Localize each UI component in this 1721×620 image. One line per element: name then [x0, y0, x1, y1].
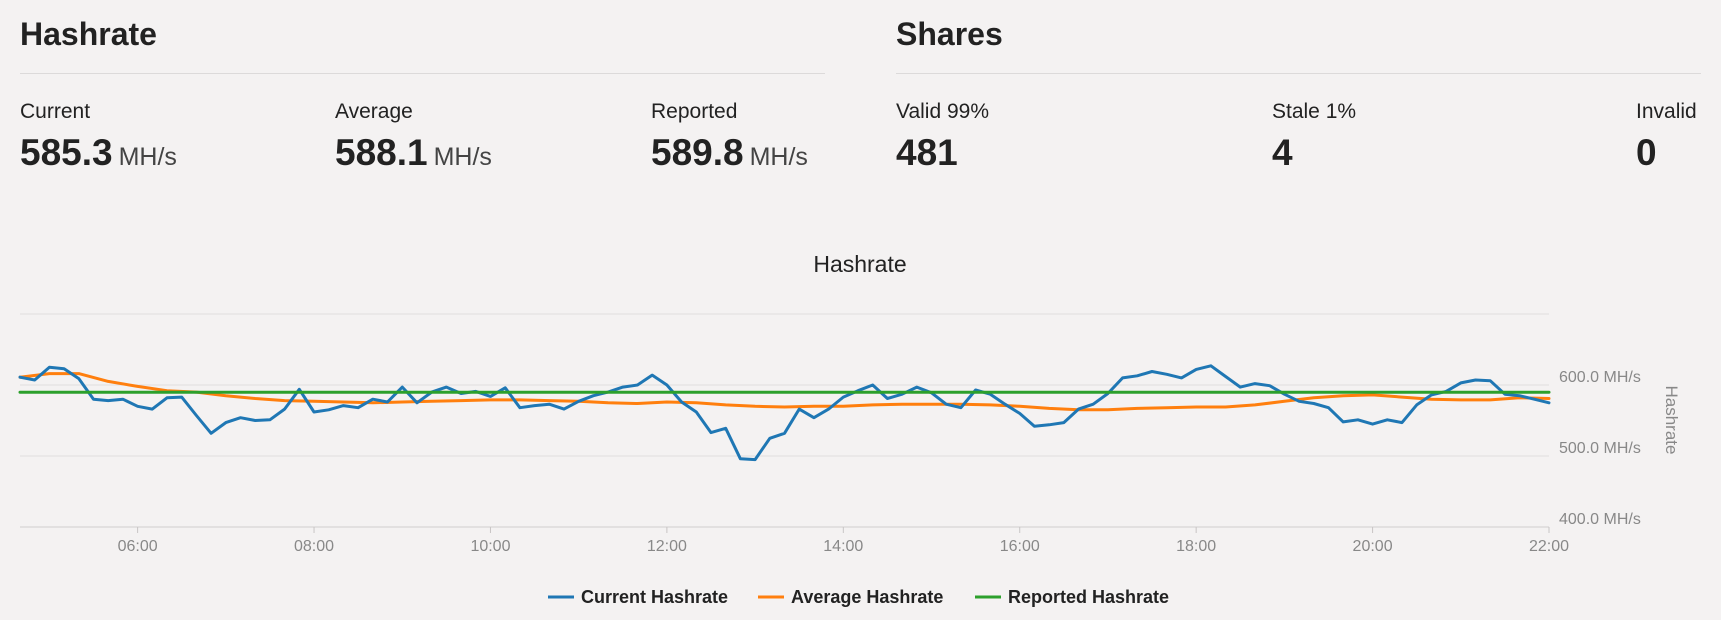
stat-stale-value: 4 [1272, 132, 1293, 173]
chart-title: Hashrate [813, 251, 906, 277]
stat-reported-label: Reported [651, 100, 738, 123]
stat-average-unit: MH/s [433, 143, 492, 171]
hashrate-chart-svg: Hashrate 06:00 08:00 10:00 12:00 14:00 16:00 1… [18, 251, 1681, 607]
x-tick-label: 08:00 [294, 538, 334, 555]
stat-valid-value: 481 [896, 132, 958, 173]
stat-current-value-row: 585.3 MH/s [20, 132, 177, 174]
legend-label: Reported Hashrate [1008, 587, 1169, 607]
hashrate-divider [20, 73, 825, 74]
x-tick-label: 10:00 [470, 538, 510, 555]
hashrate-panel: Hashrate Current 585.3 MH/s Average 588.1… [20, 0, 825, 190]
stat-invalid-label: Invalid [1636, 100, 1697, 123]
stat-stale-label: Stale 1% [1272, 100, 1357, 123]
stat-valid-label: Valid 99% [896, 100, 990, 123]
shares-panel: Shares Valid 99% 481 Stale 1% 4 Invalid … [896, 0, 1701, 190]
stat-average-label: Average [335, 100, 413, 123]
stat-stale-value-row: 4 [1272, 132, 1356, 174]
x-tick-label: 16:00 [1000, 538, 1040, 555]
hashrate-title: Hashrate [20, 16, 157, 52]
stat-reported-unit: MH/s [749, 143, 808, 171]
shares-title: Shares [896, 16, 1003, 52]
stat-invalid: Invalid 0 [1636, 100, 1697, 174]
y-tick-label: 600.0 MH/s [1559, 369, 1641, 386]
stat-reported-value-row: 589.8 MH/s [651, 132, 808, 174]
legend-label: Current Hashrate [581, 587, 728, 607]
stat-average: Average 588.1 MH/s [335, 100, 492, 174]
stat-invalid-value: 0 [1636, 132, 1657, 173]
y-axis: 400.0 MH/s 500.0 MH/s 600.0 MH/s [1559, 369, 1641, 528]
legend-item-average-hashrate[interactable]: Average Hashrate [758, 587, 943, 607]
stat-valid: Valid 99% 481 [896, 100, 989, 174]
chart-legend[interactable]: Current Hashrate Average Hashrate Reported… [548, 587, 1169, 607]
x-tick-label: 06:00 [118, 538, 158, 555]
x-tick-label: 20:00 [1353, 538, 1393, 555]
legend-item-current-hashrate[interactable]: Current Hashrate [548, 587, 728, 607]
stat-current-value: 585.3 [20, 132, 113, 173]
legend-item-reported-hashrate[interactable]: Reported Hashrate [975, 587, 1169, 607]
stat-current-unit: MH/s [118, 143, 177, 171]
y-axis-label: Hashrate [1662, 386, 1681, 455]
stat-current-label: Current [20, 100, 91, 123]
y-tick-label: 500.0 MH/s [1559, 440, 1641, 457]
y-tick-label: 400.0 MH/s [1559, 511, 1641, 528]
stat-average-value: 588.1 [335, 132, 428, 173]
series-line-current-hashrate [18, 364, 1551, 462]
x-axis: 06:00 08:00 10:00 12:00 14:00 16:00 18:00 20:00… [118, 527, 1569, 555]
x-tick-label: 18:00 [1176, 538, 1216, 555]
stat-invalid-value-row: 0 [1636, 132, 1697, 174]
series-layer [18, 364, 1551, 462]
legend-label: Average Hashrate [791, 587, 943, 607]
shares-divider [896, 73, 1701, 74]
stat-valid-value-row: 481 [896, 132, 989, 174]
x-tick-label: 12:00 [647, 538, 687, 555]
x-tick-label: 22:00 [1529, 538, 1569, 555]
stat-current: Current 585.3 MH/s [20, 100, 177, 174]
stat-average-value-row: 588.1 MH/s [335, 132, 492, 174]
stat-reported: Reported 589.8 MH/s [651, 100, 808, 174]
x-tick-label: 14:00 [823, 538, 863, 555]
stat-reported-value: 589.8 [651, 132, 744, 173]
hashrate-chart: Hashrate 06:00 08:00 10:00 12:00 14:00 16:00 1… [0, 230, 1721, 620]
stat-stale: Stale 1% 4 [1272, 100, 1356, 174]
